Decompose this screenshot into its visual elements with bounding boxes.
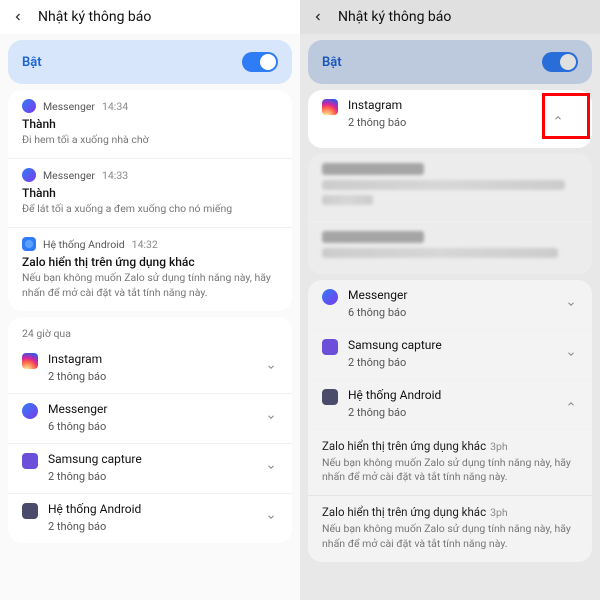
blurred-card: [308, 154, 592, 274]
messenger-icon: [322, 289, 338, 305]
notif-title: Zalo hiển thị trên ứng dụng khác: [22, 255, 278, 269]
detail-item[interactable]: Zalo hiển thị trên ứng dụng khác 3ph Nếu …: [308, 496, 592, 561]
detail-item[interactable]: Zalo hiển thị trên ứng dụng khác 3ph Nếu …: [308, 430, 592, 496]
chevron-left-icon: [312, 11, 324, 23]
summary-app: Instagram: [348, 98, 538, 112]
detail-time: 3ph: [490, 440, 508, 453]
summary-app: Hệ thống Android: [48, 502, 264, 516]
detail-body: Nếu bạn không muốn Zalo sử dụng tính năn…: [322, 456, 578, 484]
summary-item-android[interactable]: Hệ thống Android 2 thông báo: [8, 494, 292, 543]
chevron-left-icon: [12, 11, 24, 23]
blurred-item: [308, 222, 592, 274]
notif-body: Đi hem tối a xuống nhà chờ: [22, 133, 278, 147]
toggle-label: Bật: [322, 55, 342, 70]
app-name: Messenger: [43, 169, 95, 182]
expanded-card: Instagram 2 thông báo: [308, 90, 592, 148]
back-button[interactable]: [10, 9, 26, 25]
summary-count: 2 thông báo: [348, 356, 564, 369]
summary-app: Instagram: [48, 352, 264, 366]
summary-count: 2 thông báo: [348, 116, 538, 129]
master-toggle-bar[interactable]: Bật: [308, 40, 592, 84]
summary-count: 2 thông báo: [348, 406, 564, 419]
messenger-icon: [22, 168, 36, 182]
summary-item-samsung[interactable]: Samsung capture 2 thông báo: [308, 330, 592, 380]
master-toggle-bar[interactable]: Bật: [8, 40, 292, 84]
detail-body: Nếu bạn không muốn Zalo sử dụng tính năn…: [322, 522, 578, 550]
summary-app: Hệ thống Android: [348, 388, 564, 402]
android-icon: [22, 237, 36, 251]
chevron-up-icon[interactable]: [538, 98, 578, 138]
right-screen: Nhật ký thông báo Bật Instagram 2 thông …: [300, 0, 600, 600]
page-title: Nhật ký thông báo: [338, 9, 451, 25]
toggle-switch[interactable]: [242, 52, 278, 72]
time: 14:34: [102, 100, 128, 113]
chevron-down-icon[interactable]: [264, 460, 278, 474]
notif-body: Để lát tối a xuống a đem xuống cho nó mi…: [22, 202, 278, 216]
time: 14:33: [102, 169, 128, 182]
app-name: Messenger: [43, 100, 95, 113]
chevron-down-icon[interactable]: [564, 347, 578, 361]
summary-count: 2 thông báo: [48, 370, 264, 383]
detail-title: Zalo hiển thị trên ứng dụng khác: [322, 505, 486, 519]
recent-card: Messenger 14:34 Thành Đi hem tối a xuống…: [8, 90, 292, 311]
summary-count: 2 thông báo: [48, 470, 264, 483]
summary-item-samsung[interactable]: Samsung capture 2 thông báo: [8, 444, 292, 494]
samsung-capture-icon: [322, 339, 338, 355]
summary-app: Samsung capture: [348, 338, 564, 352]
app-name: Hệ thống Android: [43, 238, 125, 251]
instagram-icon: [322, 99, 338, 115]
detail-title: Zalo hiển thị trên ứng dụng khác: [322, 439, 486, 453]
summary-count: 2 thông báo: [48, 520, 264, 533]
notif-title: Thành: [22, 186, 278, 200]
summary-app: Messenger: [348, 288, 564, 302]
summary-app: Samsung capture: [48, 452, 264, 466]
summary-item-messenger[interactable]: Messenger 6 thông báo: [8, 394, 292, 444]
header: Nhật ký thông báo: [300, 0, 600, 34]
summary-item-android[interactable]: Hệ thống Android 2 thông báo: [308, 380, 592, 430]
messenger-icon: [22, 99, 36, 113]
notification-item[interactable]: Hệ thống Android 14:32 Zalo hiển thị trê…: [8, 228, 292, 310]
notif-body: Nếu bạn không muốn Zalo sử dụng tính năn…: [22, 271, 278, 299]
instagram-icon: [22, 353, 38, 369]
chevron-down-icon[interactable]: [264, 360, 278, 374]
summary-item-instagram-expanded[interactable]: Instagram 2 thông báo: [308, 90, 592, 148]
notification-item[interactable]: Messenger 14:33 Thành Để lát tối a xuống…: [8, 159, 292, 228]
chevron-down-icon[interactable]: [564, 297, 578, 311]
chevron-up-icon[interactable]: [564, 397, 578, 411]
detail-time: 3ph: [490, 506, 508, 519]
summary-count: 6 thông báo: [348, 306, 564, 319]
summary-app: Messenger: [48, 402, 264, 416]
section-label: 24 giờ qua: [8, 317, 292, 344]
time: 14:32: [132, 238, 158, 251]
notif-title: Thành: [22, 117, 278, 131]
samsung-capture-icon: [22, 453, 38, 469]
header: Nhật ký thông báo: [0, 0, 300, 34]
gear-icon: [22, 503, 38, 519]
left-screen: Nhật ký thông báo Bật Messenger 14:34 Th…: [0, 0, 300, 600]
blurred-item: [308, 154, 592, 222]
back-button[interactable]: [310, 9, 326, 25]
summary-card: Messenger 6 thông báo Samsung capture 2 …: [308, 280, 592, 562]
summary-count: 6 thông báo: [48, 420, 264, 433]
page-title: Nhật ký thông báo: [38, 9, 151, 25]
toggle-switch[interactable]: [542, 52, 578, 72]
gear-icon: [322, 389, 338, 405]
summary-item-instagram[interactable]: Instagram 2 thông báo: [8, 344, 292, 394]
chevron-down-icon[interactable]: [264, 510, 278, 524]
messenger-icon: [22, 403, 38, 419]
toggle-label: Bật: [22, 55, 42, 70]
summary-item-messenger[interactable]: Messenger 6 thông báo: [308, 280, 592, 330]
chevron-down-icon[interactable]: [264, 410, 278, 424]
notification-item[interactable]: Messenger 14:34 Thành Đi hem tối a xuống…: [8, 90, 292, 159]
summary-card: 24 giờ qua Instagram 2 thông báo Messeng…: [8, 317, 292, 543]
